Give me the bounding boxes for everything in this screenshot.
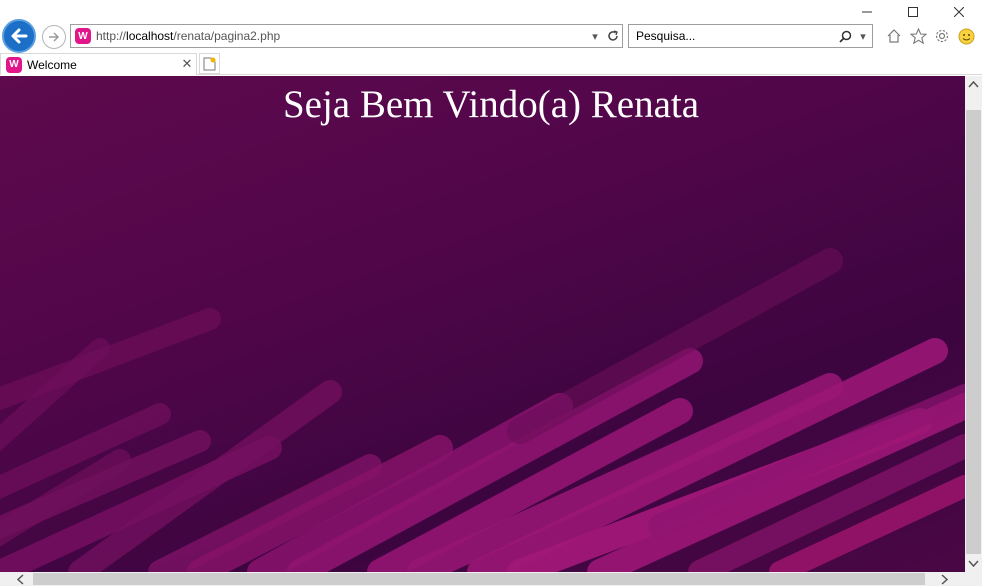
- url-scheme: http://: [96, 29, 127, 43]
- smiley-feedback-icon[interactable]: [956, 26, 976, 46]
- diagonal-stripes-background: [0, 248, 965, 572]
- url-host: localhost: [126, 29, 174, 43]
- arrow-left-icon: [11, 28, 28, 44]
- search-input[interactable]: [629, 26, 836, 46]
- site-favicon-icon: W: [75, 28, 91, 44]
- new-tab-icon: [203, 57, 216, 70]
- url-text[interactable]: http://localhost/renata/pagina2.php: [96, 29, 586, 43]
- search-box[interactable]: ▾: [628, 24, 873, 48]
- back-button[interactable]: [2, 19, 36, 53]
- refresh-icon[interactable]: [604, 25, 622, 47]
- toolbar-icons: [884, 26, 976, 46]
- search-icon[interactable]: [836, 25, 854, 47]
- settings-gear-icon[interactable]: [932, 26, 952, 46]
- address-bar[interactable]: W http://localhost/renata/pagina2.php ▾: [70, 24, 623, 48]
- vertical-scroll-thumb[interactable]: [966, 110, 981, 554]
- tab-favicon-icon: W: [6, 56, 22, 73]
- maximize-icon: [908, 7, 918, 17]
- minimize-icon: [862, 11, 872, 13]
- tab-close-icon[interactable]: ✕: [178, 57, 196, 72]
- scroll-down-icon[interactable]: [965, 555, 982, 572]
- horizontal-scrollbar[interactable]: [0, 572, 982, 586]
- address-dropdown-icon[interactable]: ▾: [586, 25, 604, 47]
- navigation-bar: W http://localhost/renata/pagina2.php ▾ …: [0, 18, 982, 54]
- favorites-star-icon[interactable]: [908, 26, 928, 46]
- arrow-right-icon: [49, 32, 60, 42]
- vertical-scrollbar[interactable]: [965, 76, 982, 572]
- url-path: /renata/pagina2.php: [173, 29, 281, 43]
- tab-title: Welcome: [27, 57, 77, 72]
- scroll-up-icon[interactable]: [965, 76, 982, 93]
- page-viewport: [0, 76, 965, 572]
- horizontal-scroll-thumb[interactable]: [33, 573, 925, 585]
- page-heading: Seja Bem Vindo(a) Renata: [282, 83, 700, 126]
- close-icon: [954, 7, 964, 17]
- tab-welcome[interactable]: W Welcome ✕: [0, 53, 197, 75]
- browser-window: W http://localhost/renata/pagina2.php ▾ …: [0, 0, 982, 586]
- scroll-right-icon[interactable]: [936, 572, 953, 586]
- home-icon[interactable]: [884, 26, 904, 46]
- scroll-left-icon[interactable]: [12, 572, 29, 586]
- new-tab-button[interactable]: [199, 53, 220, 74]
- forward-button[interactable]: [42, 25, 66, 49]
- search-dropdown-icon[interactable]: ▾: [854, 25, 872, 47]
- tab-strip: W Welcome ✕: [0, 53, 982, 75]
